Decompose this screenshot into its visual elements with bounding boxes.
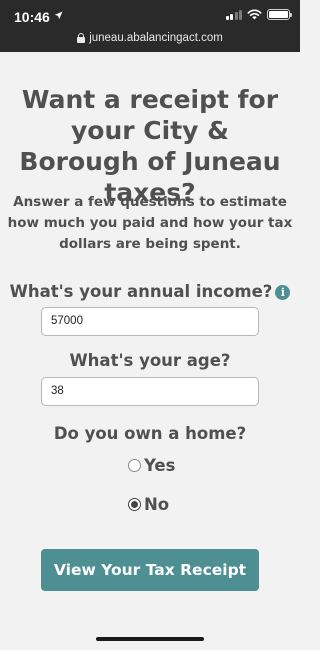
page-title: Want a receipt for your City & Borough o…	[19, 85, 281, 207]
status-bar: 10:46 juneau.abalancingact.com	[0, 0, 300, 52]
cellular-signal-icon	[225, 9, 242, 20]
home-indicator[interactable]	[96, 637, 204, 641]
lock-icon	[77, 33, 86, 43]
url-text: juneau.abalancingact.com	[89, 32, 223, 44]
status-icons	[225, 9, 292, 20]
income-input[interactable]: 57000	[41, 307, 259, 336]
intro-text: Answer a few questions to estimate how m…	[7, 194, 293, 252]
radio-yes-button[interactable]	[128, 459, 141, 472]
age-input[interactable]: 38	[41, 377, 259, 406]
radio-no-button[interactable]	[128, 498, 141, 511]
info-icon[interactable]: i	[275, 285, 291, 300]
wifi-icon	[247, 9, 262, 20]
tax-receipt-form: Want a receipt for your City & Borough o…	[0, 52, 300, 650]
address-bar[interactable]: juneau.abalancingact.com	[0, 30, 300, 46]
radio-option-yes[interactable]: Yes	[128, 456, 175, 475]
location-arrow-icon	[54, 11, 63, 20]
radio-yes-label: Yes	[144, 456, 176, 475]
radio-no-label: No	[144, 495, 170, 514]
status-time: 10:46	[14, 9, 50, 25]
income-label: What's your annual income? i	[0, 282, 300, 301]
battery-icon	[267, 9, 292, 20]
income-label-text: What's your annual income?	[9, 282, 273, 301]
age-label: What's your age?	[69, 351, 231, 370]
view-tax-receipt-button[interactable]: View Your Tax Receipt	[41, 549, 259, 591]
radio-option-no[interactable]: No	[128, 495, 169, 514]
battery-fill	[269, 11, 288, 18]
home-ownership-label: Do you own a home?	[53, 424, 247, 443]
